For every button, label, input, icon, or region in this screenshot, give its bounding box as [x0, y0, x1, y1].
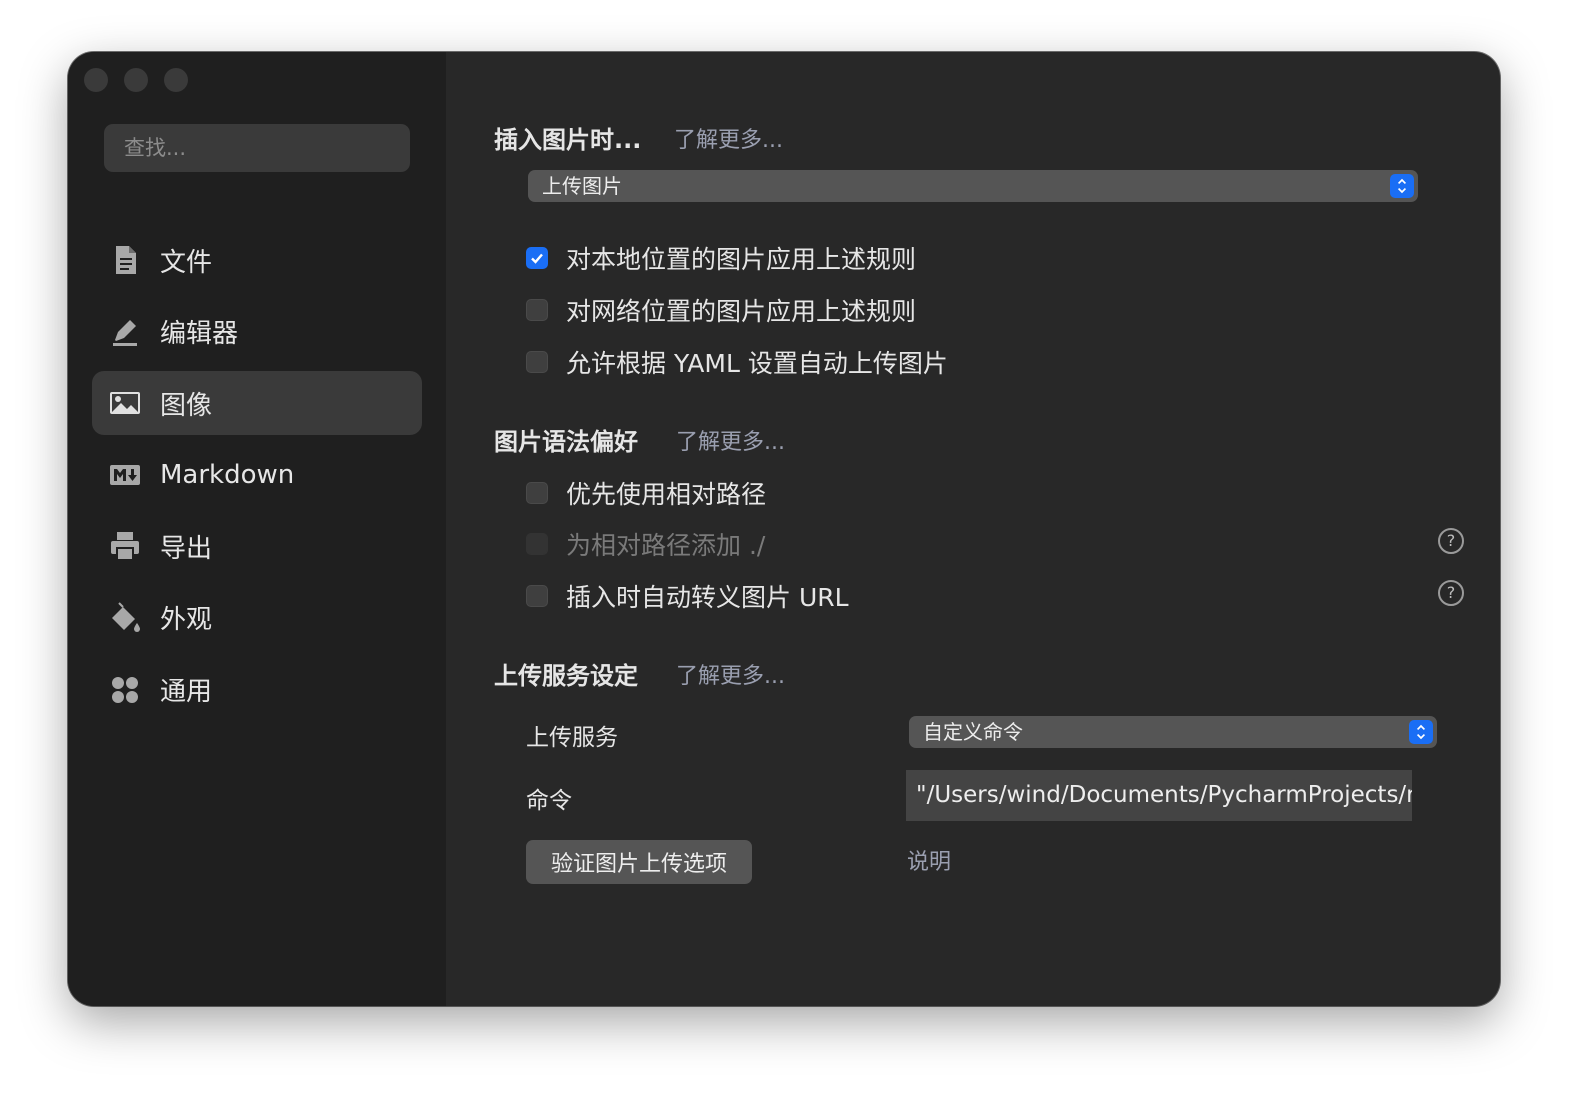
upload-service-label: 上传服务 — [526, 725, 618, 751]
minimize-window-button[interactable] — [124, 68, 148, 92]
chevron-up-down-icon — [1409, 720, 1433, 744]
checkbox[interactable] — [526, 351, 548, 373]
option-label: 优先使用相对路径 — [566, 480, 767, 509]
option-label: 为相对路径添加 ./ — [566, 531, 766, 560]
markdown-icon — [108, 458, 142, 492]
sidebar-item-label: 通用 — [160, 677, 213, 708]
select-value: 自定义命令 — [923, 720, 1023, 744]
sidebar-nav: 文件 编辑器 图像 Markdown 导出 外观 通用 — [92, 228, 422, 729]
checkmark-icon — [531, 253, 543, 264]
sidebar-item-label: 图像 — [160, 390, 213, 421]
pencil-icon — [108, 315, 142, 349]
preferences-window: 查找... 文件 编辑器 图像 Markdown 导出 外观 通用 插入图片时.… — [68, 52, 1500, 1006]
command-label: 命令 — [526, 788, 572, 814]
upload-service-learn-more-link[interactable]: 了解更多... — [676, 658, 785, 690]
sidebar-item-label: 编辑器 — [160, 319, 239, 350]
sidebar-item-editor[interactable]: 编辑器 — [92, 300, 422, 364]
paint-bucket-icon — [108, 601, 142, 635]
settings-content: 插入图片时... 了解更多... 上传图片 对本地位置的图片应用上述规则 对网络… — [446, 52, 1500, 1006]
option-prefer-relative[interactable]: 优先使用相对路径 — [526, 475, 766, 511]
checkbox-disabled — [526, 533, 548, 555]
close-window-button[interactable] — [84, 68, 108, 92]
sidebar-item-markdown[interactable]: Markdown — [92, 443, 422, 507]
option-network-images[interactable]: 对网络位置的图片应用上述规则 — [526, 292, 916, 328]
insert-image-learn-more-link[interactable]: 了解更多... — [674, 122, 783, 154]
syntax-pref-learn-more-link[interactable]: 了解更多... — [676, 424, 785, 456]
option-local-images[interactable]: 对本地位置的图片应用上述规则 — [526, 240, 916, 276]
sidebar-item-files[interactable]: 文件 — [92, 228, 422, 292]
sidebar-item-appearance[interactable]: 外观 — [92, 586, 422, 650]
help-icon[interactable]: ? — [1438, 528, 1464, 554]
sidebar-item-label: 外观 — [160, 605, 213, 636]
option-label: 允许根据 YAML 设置自动上传图片 — [566, 349, 948, 378]
document-icon — [108, 243, 142, 277]
zoom-window-button[interactable] — [164, 68, 188, 92]
sidebar-item-general[interactable]: 通用 — [92, 658, 422, 722]
explain-link[interactable]: 说明 — [907, 844, 951, 876]
window-controls — [84, 68, 188, 92]
option-yaml-upload[interactable]: 允许根据 YAML 设置自动上传图片 — [526, 344, 948, 380]
sidebar-item-images[interactable]: 图像 — [92, 371, 422, 436]
apps-icon — [108, 673, 142, 707]
chevron-up-down-icon — [1390, 174, 1414, 198]
sidebar-item-label: 导出 — [160, 533, 213, 564]
option-label: 对本地位置的图片应用上述规则 — [566, 245, 917, 274]
insert-image-action-select[interactable]: 上传图片 — [528, 170, 1418, 202]
sidebar-item-label: 文件 — [160, 247, 213, 278]
checkbox[interactable] — [526, 482, 548, 504]
checkbox[interactable] — [526, 299, 548, 321]
insert-image-heading: 插入图片时... — [494, 126, 642, 154]
select-value: 上传图片 — [542, 174, 622, 198]
command-input[interactable]: "/Users/wind/Documents/PycharmProjects/r… — [906, 770, 1412, 821]
syntax-pref-heading: 图片语法偏好 — [494, 428, 638, 456]
printer-icon — [108, 529, 142, 563]
sidebar-item-label: Markdown — [160, 459, 295, 490]
option-dot-slash: 为相对路径添加 ./ — [526, 526, 765, 562]
image-icon — [108, 386, 142, 420]
option-label: 对网络位置的图片应用上述规则 — [566, 297, 917, 326]
upload-service-select[interactable]: 自定义命令 — [909, 716, 1437, 748]
sidebar-item-export[interactable]: 导出 — [92, 514, 422, 578]
verify-upload-button[interactable]: 验证图片上传选项 — [526, 840, 752, 884]
search-input[interactable]: 查找... — [104, 124, 410, 172]
checkbox-checked[interactable] — [526, 247, 548, 269]
upload-service-heading: 上传服务设定 — [494, 662, 638, 690]
sidebar: 查找... 文件 编辑器 图像 Markdown 导出 外观 通用 — [68, 52, 446, 1006]
option-label: 插入时自动转义图片 URL — [566, 583, 849, 612]
option-escape-url[interactable]: 插入时自动转义图片 URL — [526, 578, 849, 614]
checkbox[interactable] — [526, 585, 548, 607]
help-icon[interactable]: ? — [1438, 580, 1464, 606]
